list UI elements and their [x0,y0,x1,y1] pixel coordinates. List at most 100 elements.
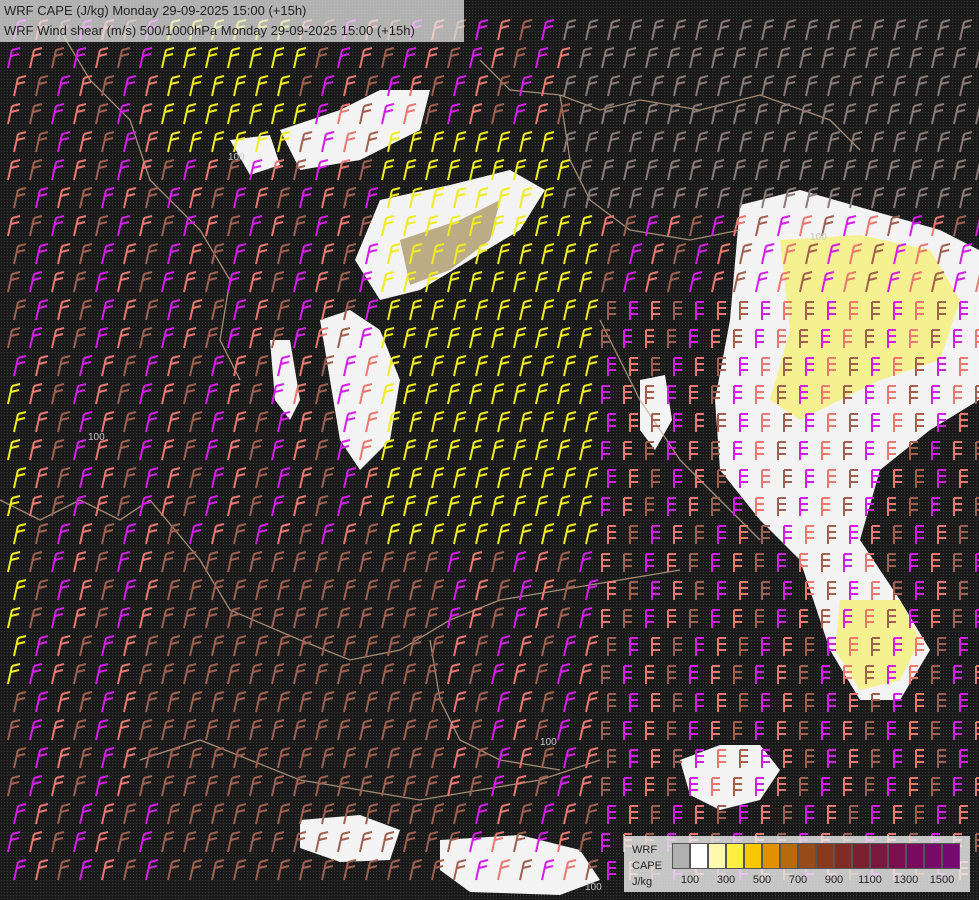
wind-barb-stroke [227,327,241,349]
wind-barb [893,469,902,488]
wind-barb-stroke [519,131,533,153]
wind-barb [233,75,247,97]
wind-barb [541,411,555,433]
wind-barb-stroke [535,327,549,349]
wind-barb-stroke [299,635,313,657]
wind-barb-stroke [557,383,571,405]
wind-barb-stroke [57,747,71,769]
wind-barb-stroke [271,47,285,69]
wind-barb-stroke [321,243,335,265]
wind-barb-stroke [541,635,555,657]
wind-barb-stroke [117,663,131,685]
wind-barb [183,439,197,461]
wind-barb [491,271,505,293]
wind-barb-stroke [79,579,93,601]
wind-barb-stroke [563,355,577,377]
wind-barb [431,467,445,489]
wind-barb-stroke [651,805,660,824]
wind-barb [101,635,115,657]
wind-barb-stroke [57,411,71,433]
wind-barb [183,663,197,685]
wind-barb-stroke [431,75,445,97]
wind-barb-stroke [337,663,351,685]
wind-barb-stroke [365,467,379,489]
wind-barb-stroke [233,803,247,825]
wind-barb [211,747,225,769]
wind-barb-stroke [57,859,71,881]
wind-barb-stroke [315,775,329,797]
legend-swatch [906,843,924,869]
wind-barb [255,187,269,209]
wind-barb [343,579,357,601]
wind-barb-stroke [359,775,373,797]
wind-barb-stroke [35,579,49,601]
wind-barb [585,411,599,433]
wind-barb-stroke [79,411,93,433]
contour-label: 100 [810,232,827,243]
wind-barb [519,635,533,657]
wind-barb-stroke [51,103,65,125]
wind-barb-stroke [711,271,725,293]
wind-barb-stroke [409,411,423,433]
wind-barb [783,131,797,153]
wind-barb [689,103,703,125]
wind-barb-stroke [673,413,682,432]
wind-barb-stroke [805,693,814,712]
wind-barb [271,271,285,293]
wind-barb [513,607,527,629]
wind-barb [739,19,753,41]
wind-barb [139,103,153,125]
wind-barb [453,635,467,657]
wind-barb-stroke [277,523,291,545]
wind-barb-stroke [931,441,940,460]
wind-barb [13,299,27,321]
wind-barb [651,301,660,320]
wind-barb-stroke [321,411,335,433]
wind-barb-stroke [651,525,660,544]
wind-barb [233,243,247,265]
wind-barb [211,523,225,545]
wind-barb [629,469,638,488]
wind-barb-stroke [513,495,527,517]
wind-barb [843,47,857,69]
wind-barb [79,803,93,825]
wind-barb [101,187,115,209]
wind-barb-stroke [645,47,659,69]
wind-barb-stroke [123,187,137,209]
wind-barb-stroke [205,215,219,237]
wind-barb-stroke [931,103,945,125]
wind-barb [79,131,93,153]
wind-barb-stroke [145,635,159,657]
wind-barb [607,243,621,265]
wind-barb-stroke [799,103,813,125]
map-canvas[interactable]: 100 100 100 100 100 [0,0,979,900]
wind-barb [359,663,373,685]
wind-barb [563,243,577,265]
wind-barb [953,103,967,125]
wind-barb-stroke [189,579,203,601]
wind-barb [35,467,49,489]
wind-barb-stroke [447,103,461,125]
wind-barb-stroke [447,383,461,405]
wind-barb [183,719,197,741]
wind-barb [211,187,225,209]
wind-barb-stroke [475,523,489,545]
wind-barb [431,523,445,545]
wind-barb-stroke [733,553,742,572]
wind-barb-stroke [667,609,676,628]
wind-barb [381,607,395,629]
wind-barb-stroke [541,579,555,601]
wind-barb-stroke [453,355,467,377]
wind-barb [909,777,918,796]
legend-tick: 100 [680,874,700,886]
wind-barb [161,607,175,629]
wind-barb-stroke [299,747,313,769]
wind-barb-stroke [799,721,808,740]
wind-barb [183,103,197,125]
wind-barb [95,271,109,293]
wind-barb [73,103,87,125]
wind-barb-stroke [585,19,599,41]
wind-barb-stroke [695,805,704,824]
wind-barb [909,497,918,516]
wind-barb [299,859,313,881]
